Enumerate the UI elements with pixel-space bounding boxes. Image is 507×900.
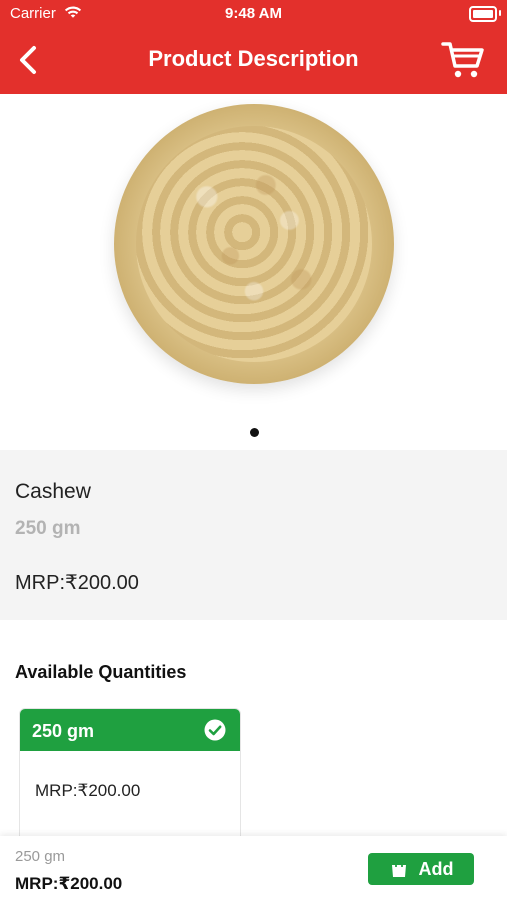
cart-button[interactable]	[441, 40, 485, 80]
quantity-option-card[interactable]: 250 gm MRP:₹200.00	[19, 708, 241, 850]
quantity-option-header[interactable]: 250 gm	[20, 709, 240, 751]
check-circle-icon	[204, 719, 226, 741]
nav-bar: Product Description	[0, 28, 507, 94]
battery-icon	[469, 6, 497, 22]
product-gallery[interactable]	[0, 94, 507, 450]
quantity-option-mrp: MRP:₹200.00	[35, 781, 141, 800]
product-info: Cashew 250 gm MRP:₹200.00	[0, 450, 507, 620]
bottom-bar: 250 gm MRP:₹200.00 Add	[0, 836, 507, 900]
product-name: Cashew	[15, 480, 91, 503]
gallery-page-dot[interactable]	[250, 428, 259, 437]
quantity-option-label: 250 gm	[32, 721, 95, 741]
status-bar: Carrier 9:48 AM	[0, 0, 507, 28]
product-image[interactable]	[114, 104, 394, 384]
available-quantities-title: Available Quantities	[15, 662, 187, 682]
page-title: Product Description	[148, 46, 359, 71]
add-button-label: Add	[418, 858, 454, 879]
app-header: Carrier 9:48 AM Product Description	[0, 0, 507, 94]
bottom-weight: 250 gm	[15, 848, 66, 865]
product-weight: 250 gm	[15, 518, 81, 539]
bottom-mrp: MRP:₹200.00	[15, 874, 123, 893]
product-mrp: MRP:₹200.00	[15, 572, 139, 594]
time-label: 9:48 AM	[225, 5, 282, 22]
battery-cap	[499, 10, 501, 16]
add-button[interactable]: Add	[368, 853, 474, 885]
shopping-bag-icon	[391, 860, 406, 877]
cart-icon	[441, 42, 484, 78]
